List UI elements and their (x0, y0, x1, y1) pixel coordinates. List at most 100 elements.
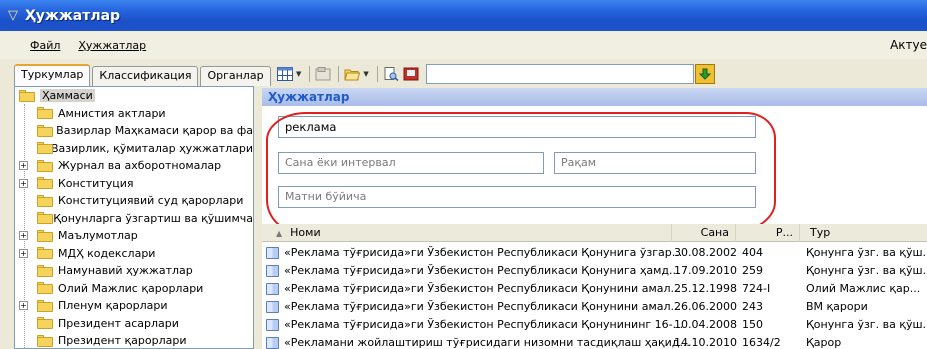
row-number: 404 (742, 246, 763, 259)
tree-item-label: Пленум қарорлари (58, 299, 168, 313)
tree-item[interactable]: Президент қарорлари (15, 332, 253, 348)
tree-item-label: Конституция (58, 176, 134, 190)
folder-icon (37, 142, 53, 155)
tab-categories[interactable]: Туркумлар (14, 64, 91, 87)
tree-item-label: Олий Мажлис қарорлари (58, 281, 204, 295)
window-titlebar: ▽ Ҳужжатлар (0, 0, 927, 31)
expand-icon[interactable]: + (19, 161, 28, 171)
column-header-name[interactable]: ▲ Номи (262, 224, 672, 242)
quick-search-input[interactable] (425, 64, 694, 84)
column-header-type[interactable]: Тур (800, 224, 927, 242)
chevron-down-icon[interactable]: ▼ (363, 70, 368, 78)
expand-icon[interactable]: + (19, 301, 28, 311)
tree-item-all[interactable]: Ҳаммаси (15, 87, 253, 105)
tree-item[interactable]: + Маълумотлар (15, 227, 253, 245)
go-arrow-icon[interactable] (694, 64, 715, 84)
tree-item[interactable]: Намунавий ҳужжатлар (15, 262, 253, 280)
left-tabs: Туркумлар Классификация Органлар (14, 62, 273, 87)
folder-icon (37, 317, 53, 330)
tree-item[interactable]: Вазирлар Маҳкамаси қарор ва фа (15, 122, 253, 140)
folder-icon (37, 212, 53, 225)
table-row[interactable]: «Реклама тўғрисида»ги Ўзбекистон Республ… (262, 262, 927, 280)
row-type: ВМ қарори (806, 300, 868, 313)
toolbar: ▼ ▼ (262, 62, 927, 86)
row-number: 150 (742, 318, 763, 331)
menubar-right-label[interactable]: Актуе (890, 38, 927, 52)
tree-item-label: Президент асарлари (58, 316, 179, 330)
folder-icon (37, 194, 53, 207)
tree-item-label: Қонунларга ўзгартиш ва қўшимча (53, 211, 253, 225)
toolbar-separator (338, 66, 340, 82)
folder-icon (37, 229, 53, 242)
document-icon (266, 247, 279, 259)
row-name: «Реклама тўғрисида»ги Ўзбекистон Республ… (284, 318, 684, 331)
open-folder-icon (19, 89, 35, 102)
tree-item[interactable]: Қонунларга ўзгартиш ва қўшимча (15, 210, 253, 228)
print-preview-icon[interactable] (382, 65, 400, 83)
folder-icon (37, 124, 53, 137)
menu-documents[interactable]: Ҳужжатлар (78, 39, 146, 52)
row-name: «Рекламани жойлаштириш тўғрисидаги низом… (284, 336, 690, 349)
tree-item[interactable]: Амнистия актлари (15, 105, 253, 123)
folder-icon (37, 264, 53, 277)
column-header-label: Номи (290, 226, 321, 239)
expand-icon[interactable]: + (19, 178, 28, 188)
left-pane: Туркумлар Классификация Органлар Ҳаммаси… (14, 62, 271, 349)
row-number: 1634/2 (742, 336, 781, 349)
row-date: 26.06.2000 (674, 300, 737, 313)
table-row[interactable]: «Реклама тўғрисида»ги Ўзбекистон Республ… (262, 280, 927, 298)
tree-item[interactable]: Олий Мажлис қарорлари (15, 280, 253, 298)
red-annotation-outline (266, 112, 776, 234)
expand-icon[interactable]: + (19, 248, 28, 258)
table-row[interactable]: «Реклама тўғрисида»ги Ўзбекистон Республ… (262, 244, 927, 262)
document-icon (266, 301, 279, 313)
tree-item[interactable]: + Пленум қарорлари (15, 297, 253, 315)
table-row[interactable]: «Реклама тўғрисида»ги Ўзбекистон Республ… (262, 298, 927, 316)
row-type: Қонунга ўзг. ва қўш. (806, 318, 927, 331)
row-type: Қарор (806, 336, 842, 349)
row-name: «Реклама тўғрисида»ги Ўзбекистон Республ… (284, 264, 680, 277)
chevron-down-icon[interactable]: ▼ (296, 70, 301, 78)
tree-item-label: Президент қарорлари (58, 334, 187, 348)
documents-list: «Реклама тўғрисида»ги Ўзбекистон Республ… (262, 242, 927, 349)
open-folder-icon[interactable] (343, 65, 361, 83)
column-header-number[interactable]: Р... (736, 224, 800, 242)
tree-item[interactable]: Конституциявий суд қарорлари (15, 192, 253, 210)
row-number: 259 (742, 264, 763, 277)
toolbar-separator (376, 66, 378, 82)
tab-classification[interactable]: Классификация (92, 66, 199, 86)
category-tree[interactable]: Ҳаммаси Амнистия актлари Вазирлар Маҳкам… (14, 86, 254, 349)
folder-icon (37, 107, 53, 120)
list-header: ▲ Номи Сана Р... Тур (262, 224, 927, 242)
tree-item-label: Амнистия актлари (58, 106, 166, 120)
grid-view-icon[interactable] (276, 65, 294, 83)
row-type: Олий Мажлис қар... (806, 282, 921, 295)
row-date: 30.08.2002 (674, 246, 737, 259)
row-type: Қонунга ўзг. ва қўш. (806, 264, 927, 277)
row-number: 724-I (742, 282, 771, 295)
table-row[interactable]: «Реклама тўғрисида»ги Ўзбекистон Республ… (262, 316, 927, 334)
properties-icon[interactable] (314, 65, 332, 83)
tree-item[interactable]: Вазирлик, қўмиталар ҳужжатлари (15, 140, 253, 158)
menubar: Файл Ҳужжатлар Актуе (0, 31, 927, 59)
document-icon (266, 319, 279, 331)
row-date: 17.09.2010 (674, 264, 737, 277)
row-number: 243 (742, 300, 763, 313)
tree-item-label: Конституциявий суд қарорлари (58, 194, 244, 208)
row-date: 25.12.1998 (674, 282, 737, 295)
folder-icon (37, 159, 53, 172)
menu-file[interactable]: Файл (30, 39, 60, 52)
column-header-date[interactable]: Сана (672, 224, 736, 242)
expand-icon[interactable]: + (19, 231, 28, 241)
tree-item-label: Журнал ва ахборотномалар (58, 159, 222, 173)
table-row[interactable]: «Рекламани жойлаштириш тўғрисидаги низом… (262, 334, 927, 349)
tree-item[interactable]: Президент асарлари (15, 315, 253, 333)
document-icon (266, 265, 279, 277)
tree-item[interactable]: + Конституция (15, 175, 253, 193)
tree-item[interactable]: + Журнал ва ахборотномалар (15, 157, 253, 175)
row-name: «Реклама тўғрисида»ги Ўзбекистон Республ… (284, 246, 683, 259)
section-title: Ҳужжатлар (262, 88, 927, 106)
export-icon[interactable] (402, 65, 420, 83)
tree-item[interactable]: + МДҲ кодекслари (15, 245, 253, 263)
tab-organs[interactable]: Органлар (200, 66, 271, 86)
